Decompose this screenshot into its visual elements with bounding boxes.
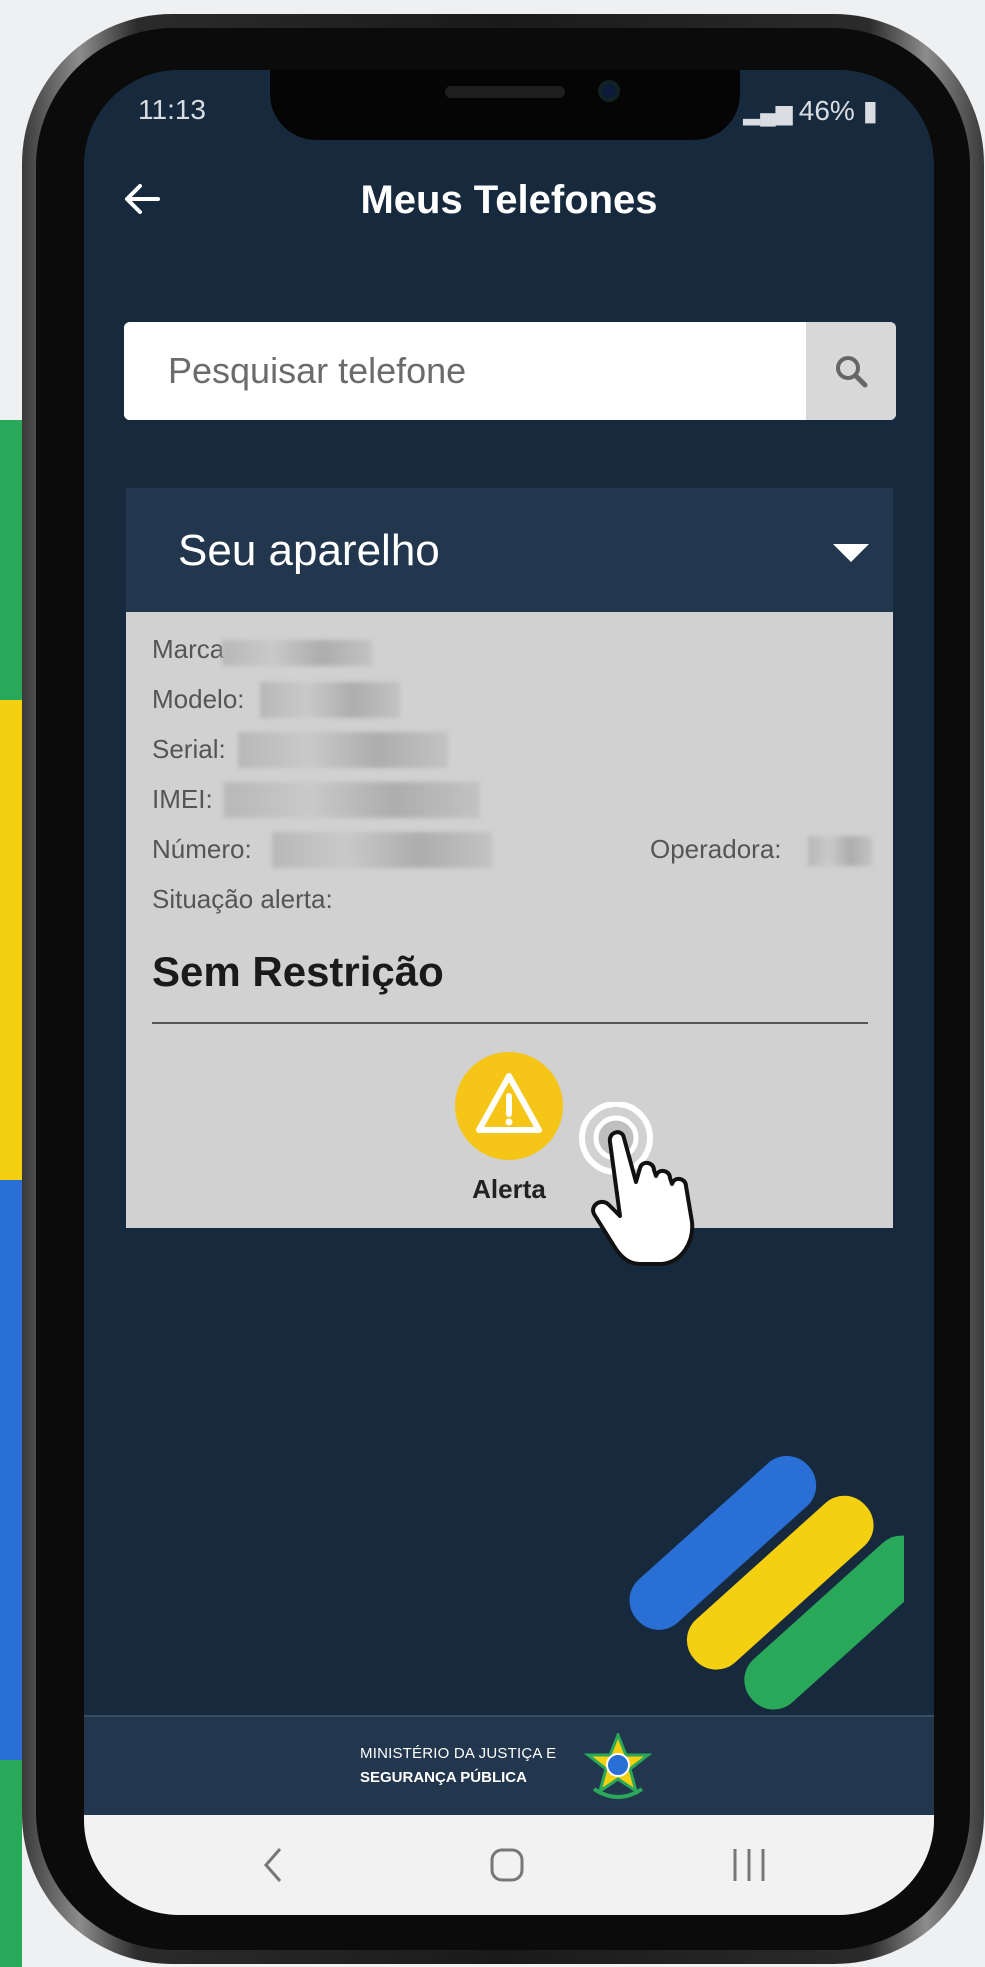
card-divider [152, 1022, 868, 1024]
alert-button[interactable] [455, 1052, 563, 1160]
front-camera [598, 80, 620, 102]
ministry-footer: MINISTÉRIO DA JUSTIÇA E SEGURANÇA PÚBLIC… [84, 1715, 934, 1817]
three-bars-icon[interactable] [729, 1847, 769, 1883]
brand-label: Marca: [152, 634, 232, 664]
battery-icon: ▮ [854, 95, 878, 126]
model-label: Modelo: [152, 684, 245, 714]
search-bar [124, 322, 896, 420]
device-card-body: Marca: Modelo: Serial: IMEI: Número: Ope… [126, 612, 893, 1266]
status-time: 11:13 [138, 94, 206, 125]
system-nav-bar [84, 1815, 934, 1915]
situation-value: Sem Restrição [152, 948, 444, 995]
background-stripe-green-2 [0, 1760, 22, 1967]
hand-pointer-icon [579, 1102, 695, 1266]
signal-icon: ▂▄▆ [743, 100, 799, 125]
device-card-title: Seu aparelho [178, 526, 440, 575]
situation-label: Situação alerta: [152, 884, 333, 914]
number-label: Número: [152, 834, 252, 864]
speaker-grille [445, 86, 565, 98]
ministry-name-line2: SEGURANÇA PÚBLICA [360, 1769, 527, 1786]
battery-percentage: 46% [798, 95, 855, 126]
page-title: Meus Telefones [360, 178, 658, 222]
background-stripe-yellow [0, 700, 22, 1200]
status-battery: ▂▄▆ 46% ▮ [743, 94, 878, 127]
model-value-redacted [260, 682, 400, 718]
alert-button-label: Alerta [472, 1174, 546, 1204]
operator-value-redacted [808, 836, 872, 866]
app-screen: 11:13 ▂▄▆ 46% ▮ Meus Telefones Seu apare… [84, 70, 934, 1915]
magnifier-icon [836, 356, 868, 388]
ministry-name-line1: MINISTÉRIO DA JUSTIÇA E [360, 1745, 557, 1762]
serial-value-redacted [238, 732, 448, 768]
brand-brush-strokes [629, 1455, 904, 1710]
warning-triangle-icon [476, 1073, 542, 1133]
search-input[interactable] [124, 322, 804, 420]
number-value-redacted [272, 832, 492, 868]
brazil-coat-of-arms-icon [584, 1733, 652, 1799]
chevron-left-icon[interactable] [258, 1845, 288, 1885]
brand-value-redacted [222, 640, 372, 666]
rounded-square-icon[interactable] [489, 1847, 525, 1883]
imei-label: IMEI: [152, 784, 213, 814]
camera-notch [270, 70, 740, 140]
search-button[interactable] [806, 322, 896, 420]
triangle-down-icon [833, 544, 869, 562]
background-stripe-blue [0, 1180, 22, 1780]
imei-value-redacted [224, 782, 480, 818]
operator-label: Operadora: [650, 834, 782, 864]
device-card-header[interactable]: Seu aparelho [126, 488, 893, 612]
serial-label: Serial: [152, 734, 226, 764]
